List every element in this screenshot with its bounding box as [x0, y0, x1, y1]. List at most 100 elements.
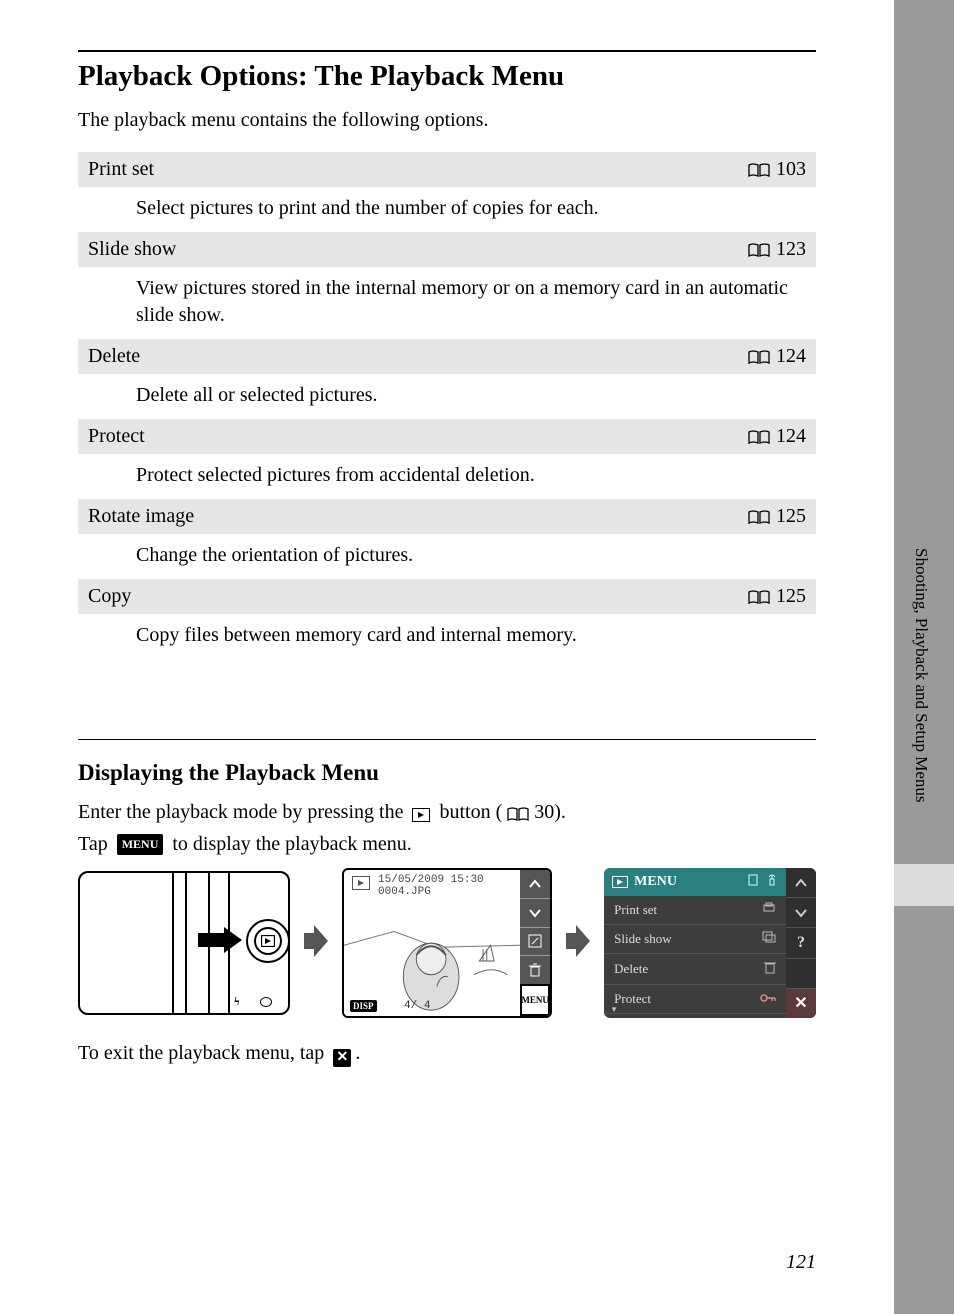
page-number-ref: 124 [776, 345, 806, 368]
book-icon [748, 590, 770, 604]
tab-icon [748, 874, 758, 891]
page-reference: 125 [748, 505, 806, 528]
slideshow-icon [762, 931, 776, 947]
edit-icon [520, 927, 550, 956]
page-number-ref: 125 [776, 505, 806, 528]
book-icon [748, 510, 770, 524]
text-fragment: button ( [439, 801, 502, 823]
step-arrow-icon [566, 923, 590, 964]
disp-button-icon: DISP [350, 1000, 377, 1012]
option-row-copy: Copy 125 [78, 579, 816, 614]
option-name: Print set [88, 158, 154, 181]
menu-item-label: Delete [614, 961, 648, 977]
close-icon: ✕ [333, 1049, 351, 1067]
touch-sidebar: MENU [520, 870, 550, 1016]
text-fragment: . [355, 1042, 360, 1064]
page-number-ref: 103 [776, 158, 806, 181]
option-name: Rotate image [88, 505, 194, 528]
trash-icon [764, 960, 776, 978]
key-icon [760, 991, 776, 1007]
playback-mode-icon [612, 876, 628, 888]
page-number: 121 [786, 1251, 816, 1274]
option-name: Copy [88, 585, 131, 608]
step-arrow-icon [304, 923, 328, 964]
menu-item-label: Protect [614, 991, 651, 1007]
menu-item-print-set: Print set [604, 896, 786, 925]
text-fragment: To exit the playback menu, tap [78, 1042, 329, 1064]
chapter-label: Shooting, Playback and Setup Menus [911, 548, 931, 803]
book-icon [748, 243, 770, 257]
side-margin: Shooting, Playback and Setup Menus [894, 0, 954, 1314]
option-row-rotate-image: Rotate image 125 [78, 499, 816, 534]
figure-playback-menu: MENU Print set Slide show Delete [604, 868, 816, 1018]
manual-page: Playback Options: The Playback Menu The … [0, 0, 894, 1314]
scroll-down-icon [520, 898, 550, 927]
text-fragment: to display the playback menu. [172, 833, 411, 855]
text-fragment: Tap [78, 833, 113, 855]
book-icon [507, 807, 529, 821]
text-fragment: 30). [534, 801, 566, 823]
menu-button-icon: MENU [117, 834, 164, 855]
section-divider [78, 739, 816, 740]
top-divider [78, 50, 816, 52]
option-name: Slide show [88, 238, 176, 261]
menu-item-delete: Delete [604, 954, 786, 985]
instruction-line-1: Enter the playback mode by pressing the … [78, 796, 816, 860]
photo-thumbnail [344, 902, 520, 1016]
menu-side-controls: ? ✕ [786, 868, 816, 1018]
figure-press-playback: ϟ [78, 871, 290, 1015]
setup-icon [766, 874, 778, 891]
menu-item-label: Slide show [614, 931, 671, 947]
option-desc: View pictures stored in the internal mem… [78, 267, 816, 339]
option-name: Protect [88, 425, 145, 448]
menu-item-label: Print set [614, 902, 657, 918]
photo-counter: 4/ 4 [404, 1000, 430, 1012]
exit-instruction: To exit the playback menu, tap ✕. [78, 1040, 816, 1067]
scroll-indicator-icon: ▼ [610, 1005, 618, 1014]
scroll-up-icon [520, 870, 550, 898]
lamp-icon [260, 997, 272, 1007]
text-fragment: Enter the playback mode by pressing the [78, 801, 408, 823]
close-icon: ✕ [786, 988, 816, 1018]
photo-metadata: 15/05/2009 15:300004.JPG [378, 874, 484, 898]
option-desc: Delete all or selected pictures. [78, 374, 816, 419]
book-icon [748, 430, 770, 444]
option-desc: Change the orientation of pictures. [78, 534, 816, 579]
flash-icon: ϟ [234, 994, 240, 1009]
option-desc: Protect selected pictures from accidenta… [78, 454, 816, 499]
help-icon: ? [786, 927, 816, 957]
book-icon [748, 163, 770, 177]
press-arrow-icon [198, 925, 242, 960]
page-reference: 125 [748, 585, 806, 608]
section-title: Displaying the Playback Menu [78, 760, 816, 786]
figure-playback-screen: 15/05/2009 15:300004.JPG DISP 4/ 4 [342, 868, 552, 1018]
option-row-delete: Delete 124 [78, 339, 816, 374]
intro-text: The playback menu contains the following… [78, 107, 816, 134]
thumb-tab [894, 864, 954, 906]
playback-button-icon [412, 808, 430, 822]
page-reference: 124 [748, 425, 806, 448]
figure-row: ϟ 15/05/2009 15:300004.JPG [78, 868, 816, 1018]
book-icon [748, 350, 770, 364]
option-row-print-set: Print set 103 [78, 152, 816, 187]
option-row-protect: Protect 124 [78, 419, 816, 454]
menu-title: MENU [634, 874, 677, 890]
page-number-ref: 124 [776, 425, 806, 448]
scroll-up-icon [786, 868, 816, 897]
page-number-ref: 125 [776, 585, 806, 608]
page-reference: 124 [748, 345, 806, 368]
options-table: Print set 103 Select pictures to print a… [78, 152, 816, 659]
menu-item-protect: Protect [604, 985, 786, 1014]
option-name: Delete [88, 345, 140, 368]
trash-icon [520, 955, 550, 984]
menu-touch-button: MENU [520, 984, 550, 1016]
page-reference: 103 [748, 158, 806, 181]
page-title: Playback Options: The Playback Menu [78, 60, 816, 93]
option-desc: Select pictures to print and the number … [78, 187, 816, 232]
menu-header: MENU [604, 868, 786, 896]
playback-hardware-button [246, 919, 290, 963]
menu-item-slide-show: Slide show [604, 925, 786, 954]
print-icon [762, 902, 776, 918]
page-number-ref: 123 [776, 238, 806, 261]
scroll-down-icon [786, 897, 816, 927]
